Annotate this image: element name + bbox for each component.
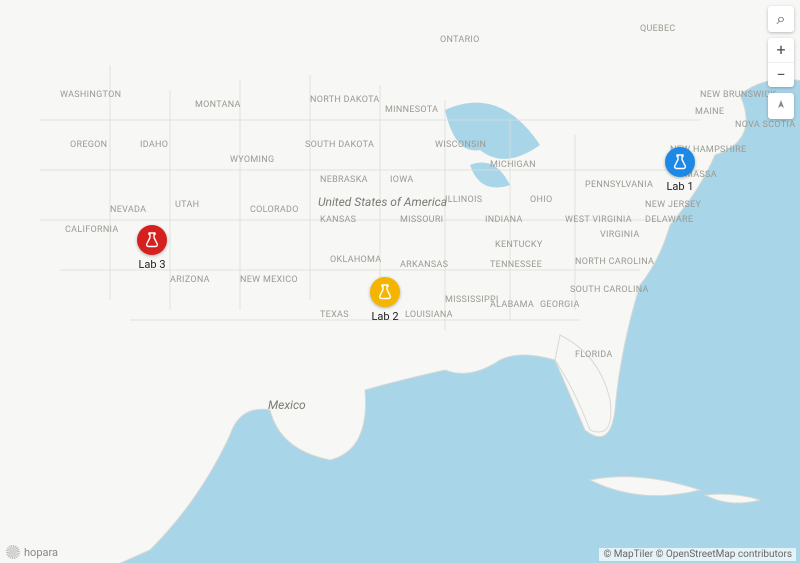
- marker-label: Lab 1: [665, 180, 695, 193]
- brand-badge: hopara: [6, 545, 58, 559]
- compass-icon: [774, 99, 788, 113]
- flask-icon: [370, 277, 400, 307]
- brand-logo-icon: [6, 545, 20, 559]
- search-button[interactable]: ⌕: [768, 6, 794, 32]
- flask-icon: [137, 225, 167, 255]
- zoom-in-button[interactable]: +: [768, 38, 794, 63]
- map-attribution: © MapTiler © OpenStreetMap contributors: [599, 548, 796, 561]
- marker-label: Lab 2: [370, 310, 400, 323]
- zoom-out-button[interactable]: −: [768, 63, 794, 87]
- brand-text: hopara: [24, 546, 58, 559]
- compass-button[interactable]: [768, 93, 794, 119]
- marker-lab2[interactable]: Lab 2: [370, 277, 400, 323]
- basemap: [0, 0, 800, 563]
- marker-label: Lab 3: [137, 258, 167, 271]
- marker-lab1[interactable]: Lab 1: [665, 147, 695, 193]
- map-canvas[interactable]: United States of America Mexico ONTARIOQ…: [0, 0, 800, 563]
- flask-icon: [665, 147, 695, 177]
- zoom-control: + −: [768, 38, 794, 87]
- marker-lab3[interactable]: Lab 3: [137, 225, 167, 271]
- map-controls: ⌕ + −: [768, 6, 794, 119]
